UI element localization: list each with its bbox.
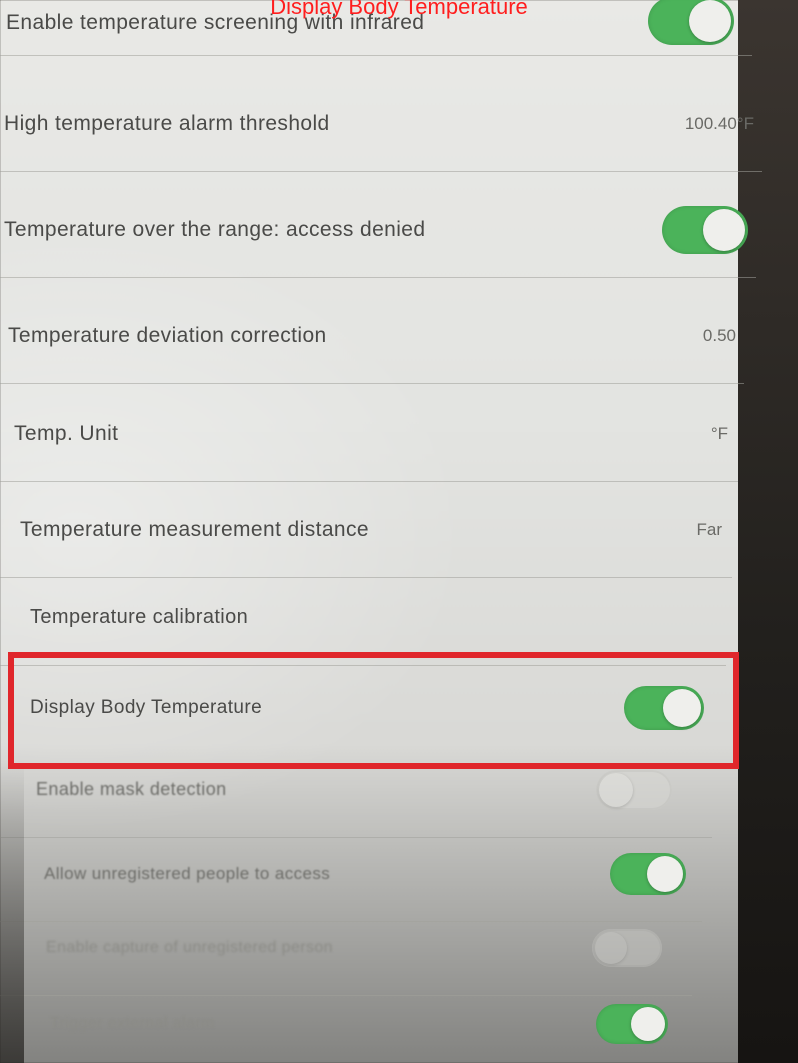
setting-label: Allow unregistered people to access — [44, 863, 331, 883]
measurement-distance-value: Far — [696, 519, 723, 539]
unregistered-access-toggle[interactable] — [610, 852, 686, 895]
highlight-box — [8, 652, 739, 769]
deviation-correction-value: 0.50 — [702, 325, 736, 345]
toggle-knob — [647, 855, 683, 892]
toggle-knob — [595, 931, 627, 964]
setting-label: High temperature alarm threshold — [4, 111, 330, 135]
toggle-knob — [703, 208, 745, 251]
photo-shadow — [0, 760, 24, 1063]
setting-label: Temperature measurement distance — [20, 517, 369, 541]
external-alarm-toggle[interactable] — [596, 1004, 668, 1044]
setting-label: Temperature over the range: access denie… — [4, 217, 426, 241]
access-denied-toggle[interactable] — [662, 205, 748, 254]
setting-label: Temperature deviation correction — [8, 323, 327, 347]
mask-detection-toggle[interactable] — [596, 769, 672, 810]
setting-row-measurement-distance[interactable]: Temperature measurement distance Far — [0, 482, 732, 578]
setting-label: Temp. Unit — [14, 421, 119, 445]
alarm-threshold-value: 100.40°F — [684, 113, 754, 133]
setting-row-external-alarm[interactable]: Trigger external alarm — [0, 976, 684, 1063]
annotation-caption: Display Body Temperature — [270, 0, 528, 19]
setting-row-temp-unit[interactable]: Temp. Unit °F — [0, 386, 738, 482]
setting-label: Temperature calibration — [30, 606, 249, 628]
setting-label: Enable capture of unregistered person — [46, 938, 333, 956]
device-photo: Enable temperature screening with infrar… — [0, 0, 798, 1063]
setting-row-deviation-correction[interactable]: Temperature deviation correction 0.50 — [0, 288, 744, 384]
capture-unregistered-toggle[interactable] — [592, 928, 662, 967]
setting-label: Trigger external alarm — [50, 1015, 215, 1032]
toggle-knob — [599, 772, 633, 807]
toggle-knob — [631, 1007, 665, 1041]
setting-label: Enable mask detection — [36, 779, 227, 799]
temp-unit-value: °F — [710, 423, 728, 443]
setting-row-access-denied[interactable]: Temperature over the range: access denie… — [0, 182, 756, 278]
setting-row-alarm-threshold[interactable]: High temperature alarm threshold 100.40°… — [0, 76, 762, 172]
